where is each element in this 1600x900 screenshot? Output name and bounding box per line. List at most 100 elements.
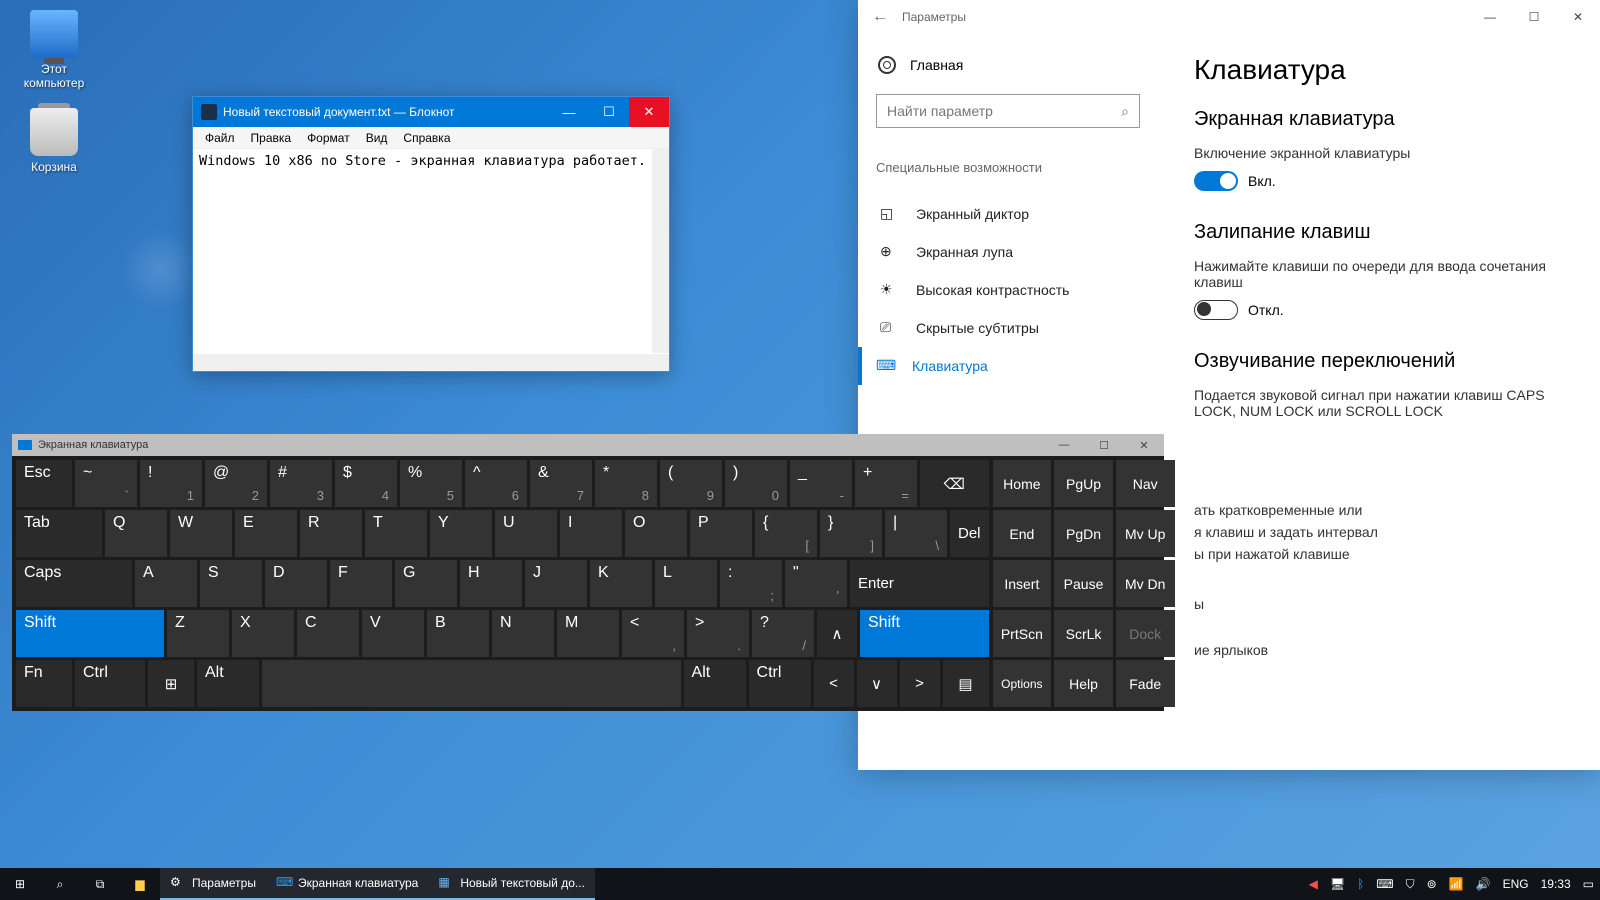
key-z[interactable]: Z <box>167 610 229 657</box>
key-d[interactable]: D <box>265 560 327 607</box>
sidebar-item-contrast[interactable]: ☀Высокая контрастность <box>876 271 1146 309</box>
key-pgdn[interactable]: PgDn <box>1054 510 1113 557</box>
key-r[interactable]: R <box>300 510 362 557</box>
key-fade[interactable]: Fade <box>1116 660 1175 707</box>
tray-wifi-icon[interactable]: 📶 <box>1449 877 1464 891</box>
key-esc[interactable]: Esc <box>16 460 72 507</box>
sidebar-home[interactable]: Главная <box>876 50 1146 80</box>
key-e[interactable]: E <box>235 510 297 557</box>
key-v[interactable]: V <box>362 610 424 657</box>
key-9[interactable]: (9 <box>660 460 722 507</box>
taskbar-app-osk[interactable]: ⌨Экранная клавиатура <box>266 868 428 900</box>
osk-titlebar[interactable]: Экранная клавиатура — ☐ ✕ <box>12 434 1164 456</box>
key-y[interactable]: Y <box>430 510 492 557</box>
notepad-titlebar[interactable]: Новый текстовый документ.txt — Блокнот —… <box>193 97 669 127</box>
key-u[interactable]: U <box>495 510 557 557</box>
menu-view[interactable]: Вид <box>358 129 396 147</box>
key-s[interactable]: S <box>200 560 262 607</box>
key-quote[interactable]: "' <box>785 560 847 607</box>
sidebar-item-magnifier[interactable]: ⊕Экранная лупа <box>876 233 1146 271</box>
settings-titlebar[interactable]: ← Параметры — ☐ ✕ <box>858 0 1600 34</box>
desktop-icon-recycle-bin[interactable]: Корзина <box>16 108 92 174</box>
key-scrlk[interactable]: ScrLk <box>1054 610 1113 657</box>
key-l[interactable]: L <box>655 560 717 607</box>
key-n[interactable]: N <box>492 610 554 657</box>
key-6[interactable]: ^6 <box>465 460 527 507</box>
key-x[interactable]: X <box>232 610 294 657</box>
osk-toggle[interactable] <box>1194 171 1238 191</box>
sidebar-item-keyboard[interactable]: ⌨Клавиатура <box>858 347 1146 385</box>
settings-search[interactable]: Найти параметр ⌕ <box>876 94 1140 128</box>
key-i[interactable]: I <box>560 510 622 557</box>
menu-file[interactable]: Файл <box>197 129 243 147</box>
key-p[interactable]: P <box>690 510 752 557</box>
key-mvdn[interactable]: Mv Dn <box>1116 560 1175 607</box>
key-nav[interactable]: Nav <box>1116 460 1175 507</box>
key-home[interactable]: Home <box>993 460 1052 507</box>
key-ctrl-right[interactable]: Ctrl <box>749 660 811 707</box>
key-caps[interactable]: Caps <box>16 560 132 607</box>
menu-format[interactable]: Формат <box>299 129 358 147</box>
taskbar-app-notepad[interactable]: ▦Новый текстовый до... <box>428 868 595 900</box>
key-menu[interactable]: ▤ <box>943 660 989 707</box>
key-w[interactable]: W <box>170 510 232 557</box>
key-b[interactable]: B <box>427 610 489 657</box>
key-f[interactable]: F <box>330 560 392 607</box>
key-dock[interactable]: Dock <box>1116 610 1175 657</box>
key-semicolon[interactable]: :; <box>720 560 782 607</box>
key-backspace[interactable]: ⌫ <box>920 460 989 507</box>
key-8[interactable]: *8 <box>595 460 657 507</box>
tray-input-icon[interactable]: ⌨ <box>1376 877 1393 891</box>
close-button[interactable]: ✕ <box>1124 439 1164 452</box>
sidebar-item-narrator[interactable]: ◱Экранный диктор <box>876 195 1146 233</box>
key-left[interactable]: < <box>814 660 854 707</box>
key-del[interactable]: Del <box>950 510 989 557</box>
sticky-keys-toggle[interactable] <box>1194 300 1238 320</box>
key-options[interactable]: Options <box>993 660 1052 707</box>
key-period[interactable]: >. <box>687 610 749 657</box>
scrollbar-horizontal[interactable] <box>193 354 669 371</box>
tray-network-icon[interactable]: ⊚ <box>1427 877 1437 891</box>
key-4[interactable]: $4 <box>335 460 397 507</box>
tray-monitor-icon[interactable]: 🖥 <box>1330 877 1345 891</box>
key-c[interactable]: C <box>297 610 359 657</box>
task-view-button[interactable]: ⧉ <box>80 868 120 900</box>
sidebar-item-captions[interactable]: ⎚Скрытые субтитры <box>876 309 1146 347</box>
notepad-text-area[interactable]: Windows 10 x86 no Store - экранная клави… <box>193 149 669 351</box>
key-k[interactable]: K <box>590 560 652 607</box>
tray-shield-icon[interactable]: ⛉ <box>1406 877 1415 892</box>
key-alt-left[interactable]: Alt <box>197 660 259 707</box>
key-7[interactable]: &7 <box>530 460 592 507</box>
key-enter[interactable]: Enter <box>850 560 989 607</box>
key-m[interactable]: M <box>557 610 619 657</box>
key-rbracket[interactable]: }] <box>820 510 882 557</box>
key-1[interactable]: !1 <box>140 460 202 507</box>
key-slash[interactable]: ?/ <box>752 610 814 657</box>
minimize-button[interactable]: — <box>1044 439 1084 451</box>
minimize-button[interactable]: — <box>549 97 589 127</box>
key-shift-left[interactable]: Shift <box>16 610 164 657</box>
tray-notifications-icon[interactable]: ▭ <box>1583 877 1594 891</box>
start-button[interactable]: ⊞ <box>0 868 40 900</box>
key-equals[interactable]: += <box>855 460 917 507</box>
key-a[interactable]: A <box>135 560 197 607</box>
tray-clock[interactable]: 19:33 <box>1541 877 1571 891</box>
key-0[interactable]: )0 <box>725 460 787 507</box>
key-win[interactable]: ⊞ <box>148 660 194 707</box>
key-pause[interactable]: Pause <box>1054 560 1113 607</box>
key-5[interactable]: %5 <box>400 460 462 507</box>
tray-alert-icon[interactable]: ◀ <box>1309 877 1318 891</box>
search-button[interactable]: ⌕ <box>40 868 80 900</box>
tray-language[interactable]: ENG <box>1503 877 1529 891</box>
key-3[interactable]: #3 <box>270 460 332 507</box>
key-backslash[interactable]: |\ <box>885 510 947 557</box>
key-ctrl-left[interactable]: Ctrl <box>75 660 145 707</box>
key-h[interactable]: H <box>460 560 522 607</box>
key-alt-right[interactable]: Alt <box>684 660 746 707</box>
desktop-icon-this-pc[interactable]: Этот компьютер <box>16 10 92 90</box>
scrollbar-vertical[interactable] <box>652 149 669 353</box>
key-down[interactable]: ∨ <box>857 660 897 707</box>
minimize-button[interactable]: — <box>1468 0 1512 34</box>
key-tilde[interactable]: ~` <box>75 460 137 507</box>
key-end[interactable]: End <box>993 510 1052 557</box>
